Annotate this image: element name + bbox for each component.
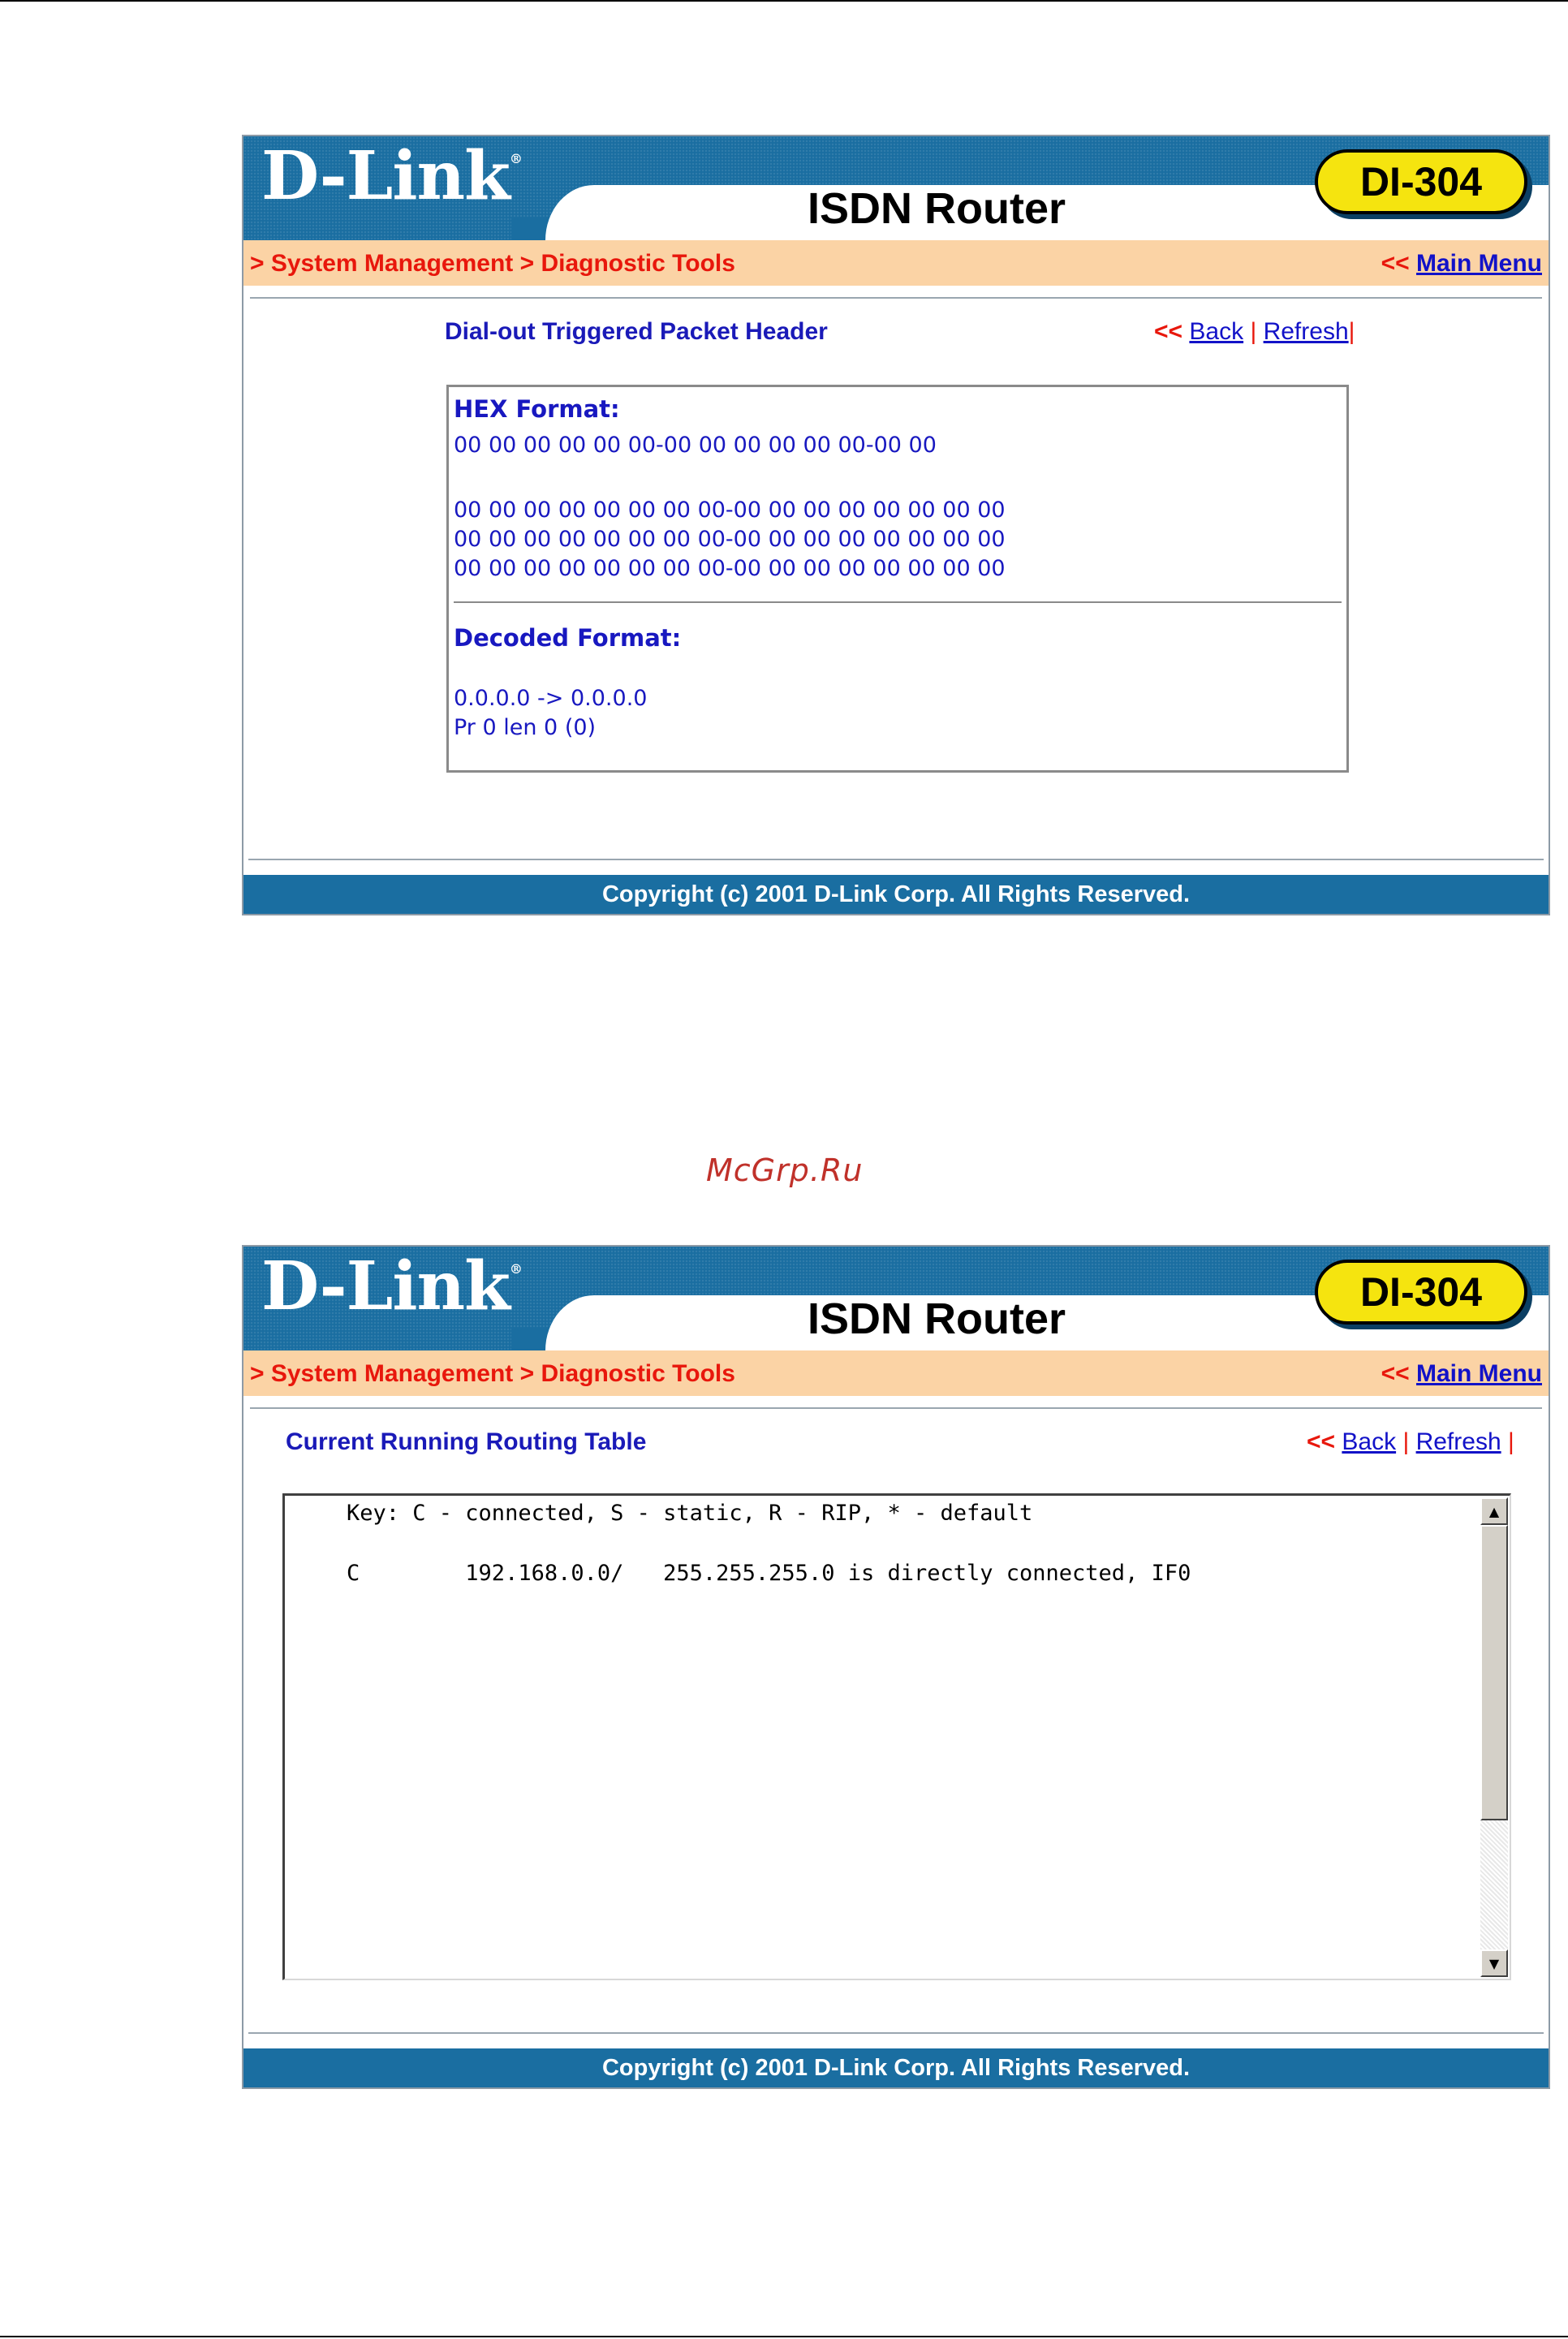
product-name: ISDN Router <box>808 1294 1066 1343</box>
refresh-link[interactable]: Refresh <box>1416 1428 1501 1455</box>
link-separator: | <box>1348 318 1355 345</box>
chevron-left-icon: << <box>1154 318 1183 345</box>
model-badge: DI-304 <box>1315 1260 1527 1325</box>
back-link[interactable]: Back <box>1342 1428 1396 1455</box>
page-title: Current Running Routing Table <box>286 1428 647 1455</box>
decoded-line: Pr 0 len 0 (0) <box>454 715 597 740</box>
main-menu: << Main Menu <box>1381 250 1542 278</box>
nav-bar: > System Management > Diagnostic Tools <… <box>243 240 1549 286</box>
header-banner: D-Link® ISDN Router DI-304 <box>243 1247 1549 1350</box>
footer-bar: Copyright (c) 2001 D-Link Corp. All Righ… <box>243 2048 1549 2087</box>
watermark: McGrp.Ru <box>706 1152 864 1188</box>
hex-line: 00 00 00 00 00 00-00 00 00 00 00 00-00 0… <box>454 433 937 458</box>
nav-divider <box>250 297 1542 299</box>
dlink-logo: D-Link® <box>261 1247 523 1325</box>
product-name: ISDN Router <box>808 184 1066 233</box>
hex-format-label: HEX Format: <box>454 395 620 423</box>
vertical-scrollbar[interactable]: ▲ ▼ <box>1480 1497 1508 1977</box>
chevron-left-icon: << <box>1307 1428 1336 1455</box>
page-title: Dial-out Triggered Packet Header <box>445 318 828 345</box>
main-menu: << Main Menu <box>1381 1360 1542 1388</box>
scroll-thumb[interactable] <box>1480 1525 1508 1820</box>
footer-divider <box>248 2032 1544 2034</box>
link-separator: | <box>1402 1428 1410 1455</box>
header-banner: D-Link® ISDN Router DI-304 <box>243 136 1549 240</box>
hex-line: 00 00 00 00 00 00 00 00-00 00 00 00 00 0… <box>454 527 1006 552</box>
section-divider <box>454 601 1342 603</box>
main-menu-link[interactable]: Main Menu <box>1416 250 1542 277</box>
footer-divider <box>248 859 1544 860</box>
breadcrumb: > System Management > Diagnostic Tools <box>250 250 735 277</box>
packet-box: HEX Format: 00 00 00 00 00 00-00 00 00 0… <box>446 385 1349 773</box>
nav-divider <box>250 1407 1542 1409</box>
breadcrumb: > System Management > Diagnostic Tools <box>250 1360 735 1387</box>
nav-bar: > System Management > Diagnostic Tools <… <box>243 1350 1549 1396</box>
link-separator: | <box>1250 318 1257 345</box>
page-bottom-rule <box>0 2336 1568 2337</box>
model-badge: DI-304 <box>1315 149 1527 214</box>
scroll-up-icon[interactable]: ▲ <box>1480 1497 1508 1525</box>
back-link[interactable]: Back <box>1189 318 1243 345</box>
link-separator: | <box>1507 1428 1514 1455</box>
dlink-logo: D-Link® <box>261 137 523 215</box>
refresh-link[interactable]: Refresh <box>1264 318 1349 345</box>
main-menu-link[interactable]: Main Menu <box>1416 1360 1542 1387</box>
footer-bar: Copyright (c) 2001 D-Link Corp. All Righ… <box>243 875 1549 914</box>
routing-entry-row: C 192.168.0.0/ 255.255.255.0 is directly… <box>347 1561 1191 1586</box>
page-links: << Back | Refresh | <box>1307 1428 1514 1456</box>
hex-line: 00 00 00 00 00 00 00 00-00 00 00 00 00 0… <box>454 556 1006 581</box>
scroll-down-icon[interactable]: ▼ <box>1480 1949 1508 1977</box>
routing-key-line: Key: C - connected, S - static, R - RIP,… <box>347 1501 1033 1526</box>
page-links: << Back | Refresh| <box>1154 318 1355 346</box>
chevron-left-icon: << <box>1381 250 1410 277</box>
decoded-line: 0.0.0.0 -> 0.0.0.0 <box>454 686 648 711</box>
decoded-format-label: Decoded Format: <box>454 624 682 652</box>
routing-table-textarea[interactable]: Key: C - connected, S - static, R - RIP,… <box>282 1493 1511 1980</box>
hex-line: 00 00 00 00 00 00 00 00-00 00 00 00 00 0… <box>454 498 1006 523</box>
chevron-left-icon: << <box>1381 1360 1410 1387</box>
packet-header-screenshot: D-Link® ISDN Router DI-304 > System Mana… <box>242 135 1550 915</box>
page-top-rule <box>0 0 1568 2</box>
routing-table-screenshot: D-Link® ISDN Router DI-304 > System Mana… <box>242 1245 1550 2089</box>
